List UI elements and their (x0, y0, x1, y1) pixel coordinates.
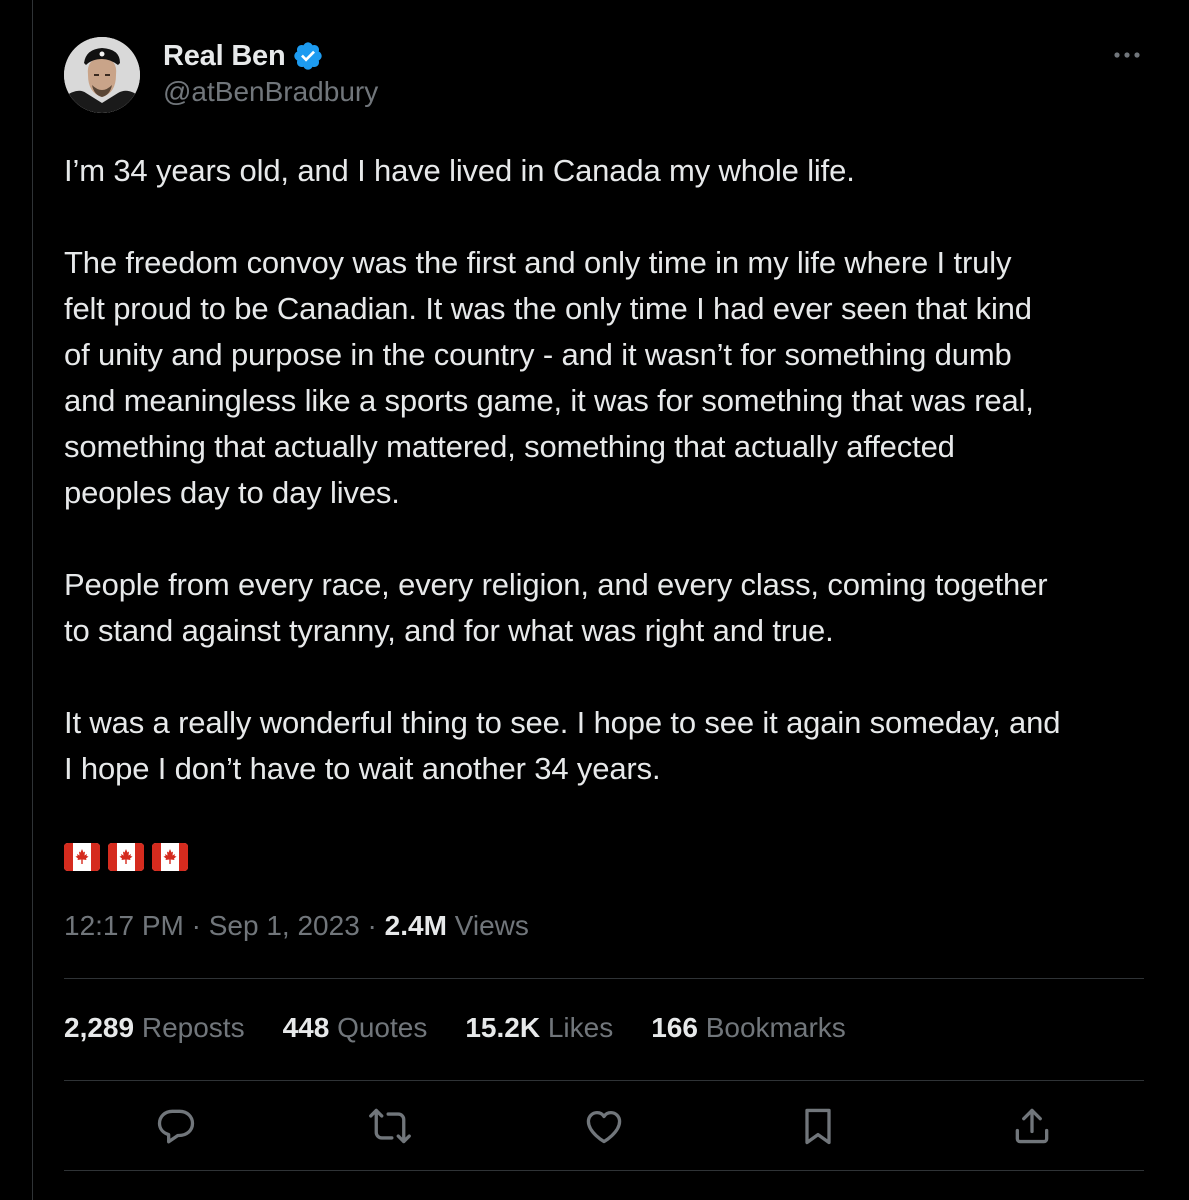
repost-button[interactable] (368, 1104, 412, 1148)
like-button[interactable] (582, 1104, 626, 1148)
reply-icon (157, 1109, 195, 1144)
canada-flag-icon (64, 843, 100, 871)
author-block: Real Ben @atBenBradbury (163, 38, 378, 108)
tweet-time[interactable]: 12:17 PM (64, 910, 184, 941)
canada-flag-icon (108, 843, 144, 871)
verified-badge-icon (293, 42, 322, 70)
likes-count: 15.2K (465, 1012, 541, 1043)
reply-button[interactable] (154, 1104, 198, 1148)
tweet-body: I’m 34 years old, and I have lived in Ca… (64, 148, 1164, 838)
share-icon (1015, 1108, 1049, 1144)
reposts-label: Reposts (141, 1012, 245, 1043)
repost-icon (369, 1108, 411, 1144)
tweet-paragraph: I’m 34 years old, and I have lived in Ca… (64, 153, 855, 188)
views-label: Views (454, 910, 529, 941)
engagement-stats: 2,289 Reposts 448 Quotes 15.2K Likes 166… (64, 1012, 884, 1044)
quotes-label: Quotes (337, 1012, 428, 1043)
like-icon (586, 1110, 622, 1144)
tweet-date[interactable]: Sep 1, 2023 (209, 910, 360, 941)
more-options-icon[interactable] (1110, 40, 1144, 70)
tweet-paragraph: People from every race, every religion, … (64, 567, 1048, 648)
meta-separator: · (359, 910, 385, 941)
bookmarks-label: Bookmarks (705, 1012, 846, 1043)
bookmarks-stat[interactable]: 166 Bookmarks (651, 1012, 846, 1044)
display-name-row: Real Ben (163, 38, 378, 74)
meta-separator: · (183, 910, 209, 941)
bookmark-icon (805, 1108, 831, 1145)
avatar[interactable] (64, 37, 140, 113)
canada-flag-icon (152, 843, 188, 871)
reposts-count: 2,289 (64, 1012, 135, 1043)
divider (64, 1080, 1144, 1081)
likes-stat[interactable]: 15.2K Likes (465, 1012, 613, 1044)
divider (64, 978, 1144, 979)
divider (64, 1170, 1144, 1171)
reposts-stat[interactable]: 2,289 Reposts (64, 1012, 245, 1044)
tweet-paragraph: The freedom convoy was the first and onl… (64, 245, 1034, 510)
quotes-stat[interactable]: 448 Quotes (283, 1012, 428, 1044)
action-bar (0, 1104, 1189, 1152)
tweet-meta: 12:17 PM · Sep 1, 2023 · 2.4M Views (64, 910, 529, 942)
views-count: 2.4M (384, 910, 447, 941)
flag-emojis (64, 843, 188, 871)
bookmark-button[interactable] (796, 1104, 840, 1148)
display-name[interactable]: Real Ben (163, 40, 286, 73)
likes-label: Likes (547, 1012, 614, 1043)
share-button[interactable] (1010, 1104, 1054, 1148)
tweet-paragraph: It was a really wonderful thing to see. … (64, 705, 1061, 786)
handle[interactable]: @atBenBradbury (163, 76, 378, 108)
quotes-count: 448 (282, 1012, 330, 1043)
bookmarks-count: 166 (651, 1012, 698, 1043)
